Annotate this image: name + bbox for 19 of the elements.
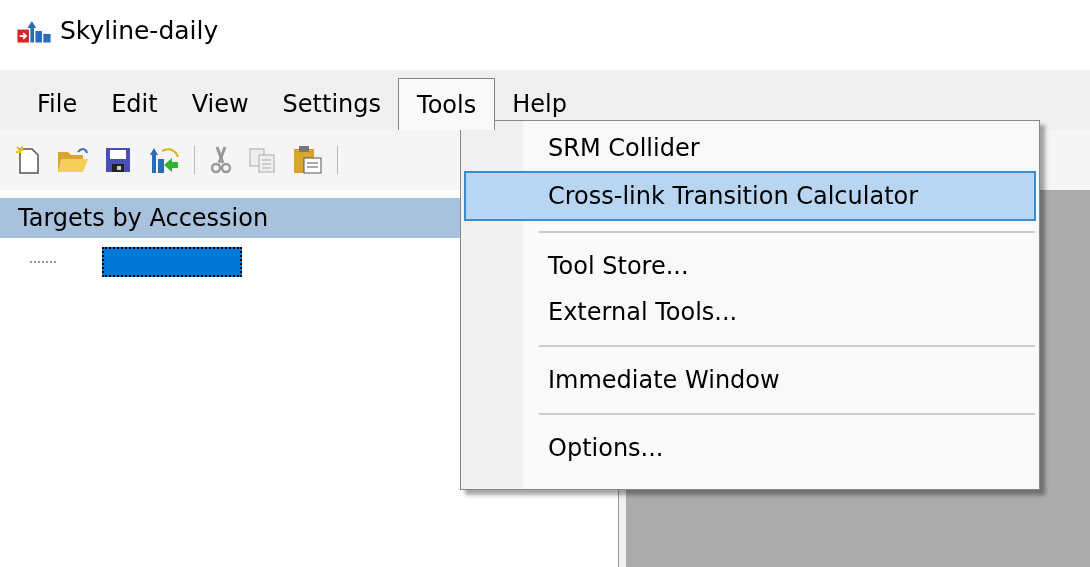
paste-icon[interactable] xyxy=(291,145,323,175)
save-icon[interactable] xyxy=(104,146,132,174)
menu-option[interactable]: Options... xyxy=(464,425,1036,471)
tree-line xyxy=(30,261,56,263)
tree-node[interactable] xyxy=(102,247,242,277)
menu-item[interactable]: Settings xyxy=(265,78,399,130)
menu-item[interactable]: Edit xyxy=(94,78,175,130)
menu-item[interactable]: Tools xyxy=(398,78,496,130)
menu-item[interactable]: View xyxy=(174,78,266,130)
window-title: Skyline-daily xyxy=(60,15,219,48)
menu-option[interactable]: External Tools... xyxy=(464,289,1036,335)
open-folder-icon[interactable] xyxy=(56,146,90,174)
menu-item[interactable]: File xyxy=(20,78,95,130)
app-logo-icon xyxy=(16,18,52,44)
new-document-icon[interactable] xyxy=(14,145,42,175)
cut-icon[interactable] xyxy=(209,145,233,175)
menu-option[interactable]: Cross-link Transition Calculator xyxy=(464,171,1036,221)
menu-option[interactable]: Immediate Window xyxy=(464,357,1036,403)
menu-option[interactable]: Tool Store... xyxy=(464,243,1036,289)
